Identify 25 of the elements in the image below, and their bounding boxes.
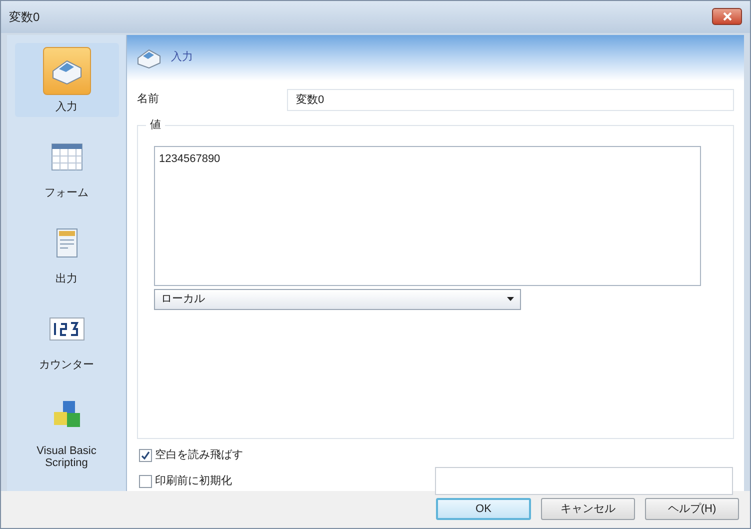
sidebar-item[interactable]: カウンター	[14, 300, 118, 375]
header-title: 入力	[171, 50, 193, 66]
dialog-button[interactable]: OK	[436, 498, 531, 520]
dialog-button[interactable]: ヘルプ(H)	[645, 498, 739, 520]
checkbox-label: 空白を読み飛ばす	[155, 448, 243, 464]
text-field[interactable]	[435, 466, 733, 495]
dropdown-caret-icon	[507, 297, 514, 302]
document-icon	[56, 228, 78, 258]
close-button[interactable]	[712, 8, 742, 26]
counter-icon	[48, 316, 84, 341]
sidebar-item[interactable]: Visual Basic Scripting	[14, 386, 118, 473]
sidebar-item[interactable]: フォーム	[14, 128, 118, 203]
checkbox[interactable]	[139, 475, 152, 488]
sidebar-item[interactable]: 入力	[14, 42, 118, 117]
checkbox[interactable]	[139, 449, 152, 462]
value-text-area[interactable]: 1234567890	[154, 146, 701, 286]
name-field[interactable]: 変数0	[287, 88, 734, 111]
table-icon	[50, 142, 82, 171]
sidebar-item[interactable]: 出力	[14, 214, 118, 289]
close-icon	[722, 12, 732, 22]
window-title: 変数0	[9, 8, 40, 26]
scope-dropdown[interactable]: ローカル	[154, 288, 521, 310]
checkbox-label: 印刷前に初期化	[155, 474, 232, 490]
name-label: 名前	[136, 92, 160, 108]
dialog-button[interactable]: キャンセル	[541, 498, 635, 520]
